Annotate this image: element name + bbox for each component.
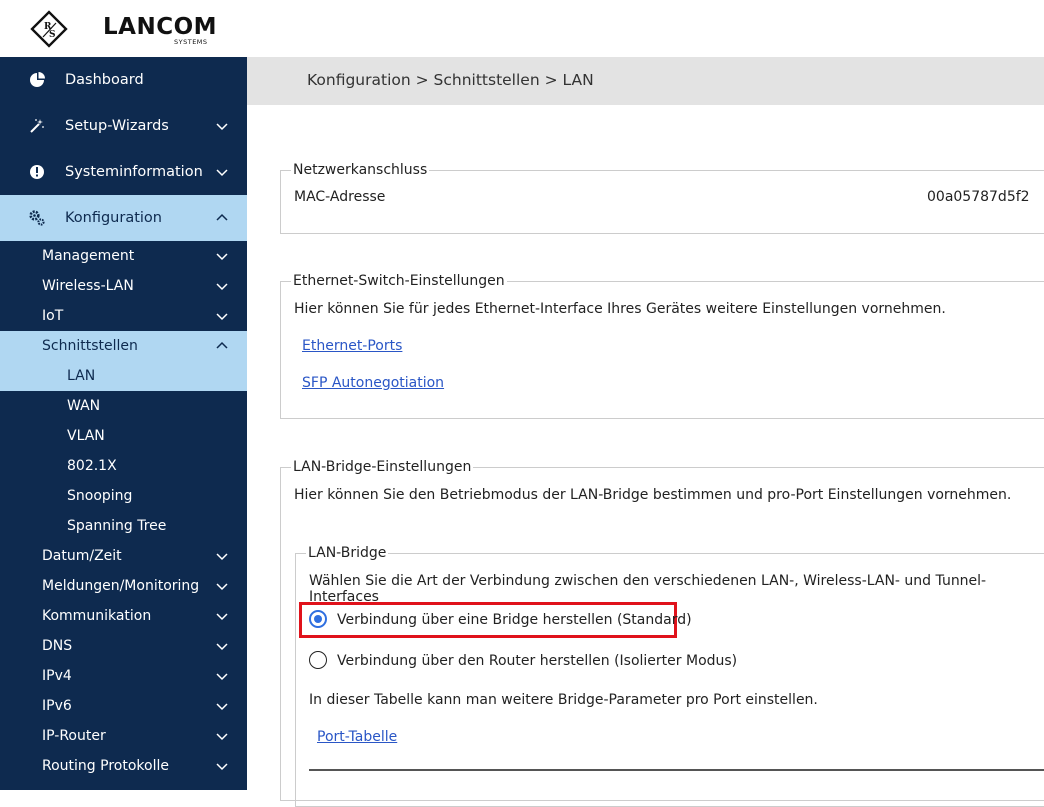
chevron-down-icon [216, 703, 228, 711]
sidebar-item-datum-zeit[interactable]: Datum/Zeit [0, 541, 247, 571]
sidebar-item-label: Systeminformation [65, 164, 203, 180]
sidebar-item-spanning-tree[interactable]: Spanning Tree [0, 511, 247, 541]
chevron-down-icon [216, 313, 228, 321]
sidebar-item-wireless-lan[interactable]: Wireless-LAN [0, 271, 247, 301]
chevron-down-icon [216, 169, 228, 177]
info-icon [30, 165, 44, 179]
wand-icon [30, 119, 44, 133]
chevron-down-icon [216, 583, 228, 591]
divider [309, 769, 1044, 771]
bridge-mode-label-bridge: Verbindung über eine Bridge herstellen (… [337, 612, 692, 628]
chevron-down-icon [216, 643, 228, 651]
sidebar-item-meldungen-monitoring[interactable]: Meldungen/Monitoring [0, 571, 247, 601]
port-table-description: In dieser Tabelle kann man weitere Bridg… [309, 692, 818, 708]
chevron-down-icon [216, 283, 228, 291]
chevron-down-icon [216, 763, 228, 771]
sidebar-item-konfiguration[interactable]: Konfiguration [0, 195, 247, 241]
bridge-mode-radio-bridge[interactable] [309, 610, 327, 628]
sidebar-item-dashboard[interactable]: Dashboard [0, 57, 247, 103]
sidebar-item-label: Management [42, 248, 135, 264]
switch-description: Hier können Sie für jedes Ethernet-Inter… [294, 301, 946, 317]
sidebar-item-label: IPv6 [42, 698, 72, 714]
sidebar-item-dns[interactable]: DNS [0, 631, 247, 661]
sidebar-item-label: VLAN [67, 428, 105, 444]
section-legend: Netzwerkanschluss [293, 162, 428, 178]
chevron-down-icon [216, 123, 228, 131]
svg-text:S: S [49, 30, 56, 40]
sidebar-item-kommunikation[interactable]: Kommunikation [0, 601, 247, 631]
bridge-inner-description: Wählen Sie die Art der Verbindung zwisch… [309, 573, 987, 605]
top-bar: R S LANCOM SYSTEMS [0, 0, 1044, 57]
chevron-down-icon [216, 613, 228, 621]
sidebar-item-label: DNS [42, 638, 73, 654]
sidebar-item-routing-protokolle[interactable]: Routing Protokolle [0, 751, 247, 781]
dashboard-icon [30, 72, 45, 87]
sidebar-item-ipv6[interactable]: IPv6 [0, 691, 247, 721]
port-table-link[interactable]: Port-Tabelle [317, 729, 397, 745]
bridge-mode-radio-router[interactable] [309, 651, 327, 669]
chevron-down-icon [216, 253, 228, 261]
sidebar-item-label: Datum/Zeit [42, 548, 122, 564]
sidebar-item-8021x[interactable]: 802.1X [0, 451, 247, 481]
chevron-down-icon [216, 553, 228, 561]
chevron-down-icon [216, 673, 228, 681]
sidebar-item-label: Dashboard [65, 72, 144, 88]
sidebar-item-label: LAN [67, 368, 96, 384]
sidebar-item-label: 802.1X [67, 458, 117, 474]
chevron-down-icon [216, 733, 228, 741]
sidebar-item-label: Setup-Wizards [65, 118, 169, 134]
sidebar-item-label: Routing Protokolle [42, 758, 169, 774]
sidebar-item-ip-router[interactable]: IP-Router [0, 721, 247, 751]
sidebar-item-label: Wireless-LAN [42, 278, 134, 294]
breadcrumb-bar: Konfiguration > Schnittstellen > LAN [247, 57, 1044, 105]
ethernet-ports-link[interactable]: Ethernet-Ports [302, 338, 402, 354]
sidebar-item-systeminformation[interactable]: Systeminformation [0, 149, 247, 195]
bridge-mode-label-router: Verbindung über den Router herstellen (I… [337, 653, 738, 669]
sidebar-item-label: WAN [67, 398, 101, 414]
brand-name: LANCOM [103, 14, 218, 40]
brand-sub: SYSTEMS [174, 38, 208, 46]
sidebar-item-label: IP-Router [42, 728, 106, 744]
sidebar: Dashboard Setup-Wizards Systeminformatio… [0, 57, 247, 790]
sidebar-item-label: Kommunikation [42, 608, 152, 624]
chevron-up-icon [216, 213, 228, 221]
breadcrumb: Konfiguration > Schnittstellen > LAN [307, 71, 594, 89]
sidebar-item-setup-wizards[interactable]: Setup-Wizards [0, 103, 247, 149]
mac-address-value: 00a05787d5f2 [927, 189, 1030, 205]
sidebar-item-label: Konfiguration [65, 210, 162, 226]
section-legend: Ethernet-Switch-Einstellungen [293, 273, 505, 289]
sidebar-item-management[interactable]: Management [0, 241, 247, 271]
sidebar-item-label: Schnittstellen [42, 338, 138, 354]
sidebar-item-lan[interactable]: LAN [0, 361, 247, 391]
sidebar-item-label: IoT [42, 308, 64, 324]
sfp-autonegotiation-link[interactable]: SFP Autonegotiation [302, 375, 444, 391]
sidebar-item-vlan[interactable]: VLAN [0, 421, 247, 451]
section-legend: LAN-Bridge-Einstellungen [293, 459, 472, 475]
chevron-up-icon [216, 341, 228, 349]
rs-emblem-icon: R S [30, 10, 68, 48]
sidebar-item-wan[interactable]: WAN [0, 391, 247, 421]
sidebar-item-label: Meldungen/Monitoring [42, 578, 200, 594]
mac-address-label: MAC-Adresse [294, 189, 386, 205]
sidebar-item-label: IPv4 [42, 668, 72, 684]
sidebar-item-label: Spanning Tree [67, 518, 167, 534]
sidebar-item-ipv4[interactable]: IPv4 [0, 661, 247, 691]
sidebar-item-schnittstellen[interactable]: Schnittstellen [0, 331, 247, 361]
section-legend: LAN-Bridge [308, 545, 387, 561]
sidebar-item-snooping[interactable]: Snooping [0, 481, 247, 511]
bridge-description: Hier können Sie den Betriebmodus der LAN… [294, 487, 1012, 503]
sidebar-item-label: Snooping [67, 488, 133, 504]
sidebar-item-iot[interactable]: IoT [0, 301, 247, 331]
gears-icon [29, 210, 45, 226]
